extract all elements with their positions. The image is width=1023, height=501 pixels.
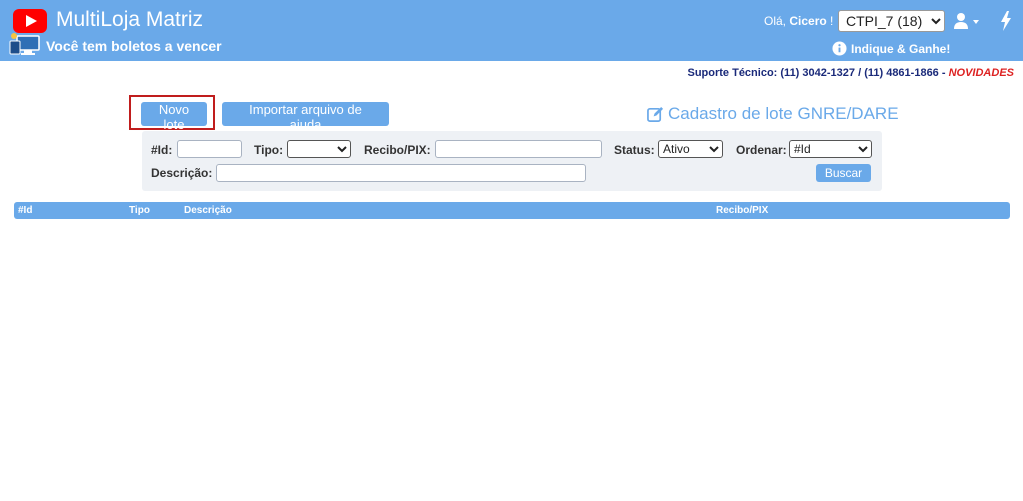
referral-label: Indique & Ganhe! <box>851 41 951 56</box>
novidades-link[interactable]: NOVIDADES <box>949 67 1014 79</box>
status-select[interactable]: Ativo <box>658 140 723 158</box>
id-label: #Id: <box>151 143 173 157</box>
descricao-label: Descrição: <box>151 166 213 180</box>
results-table-header: #Id Tipo Descrição Recibo/PIX <box>14 202 1010 219</box>
column-recibo[interactable]: Recibo/PIX <box>716 205 768 216</box>
info-icon <box>832 41 847 56</box>
column-descricao[interactable]: Descrição <box>184 205 232 216</box>
user-menu-icon[interactable] <box>953 12 981 30</box>
tipo-select[interactable] <box>287 140 351 158</box>
id-input[interactable] <box>177 140 242 158</box>
recibo-label: Recibo/PIX: <box>364 143 431 157</box>
descricao-input[interactable] <box>216 164 586 182</box>
recibo-input[interactable] <box>435 140 602 158</box>
user-greeting: Olá, Cicero ! <box>764 14 834 28</box>
referral-link[interactable]: Indique & Ganhe! <box>832 40 950 57</box>
ordenar-select[interactable]: #Id <box>789 140 872 158</box>
top-header: MultiLoja Matriz Você tem boletos a venc… <box>0 0 1023 61</box>
computer-notice-icon[interactable] <box>9 32 43 56</box>
tipo-label: Tipo: <box>254 143 284 157</box>
column-id[interactable]: #Id <box>18 205 32 216</box>
app-title[interactable]: MultiLoja Matriz <box>56 8 203 32</box>
user-name: Cicero <box>789 14 827 28</box>
new-batch-button[interactable]: Novo lote <box>141 102 207 132</box>
store-select[interactable]: CTPI_7 (18) <box>838 10 945 32</box>
import-help-button[interactable]: Importar arquivo de ajuda <box>222 102 389 132</box>
bolt-icon[interactable] <box>1000 11 1012 31</box>
column-tipo[interactable]: Tipo <box>129 205 150 216</box>
ordenar-label: Ordenar: <box>736 143 787 157</box>
page-title: Cadastro de lote GNRE/DARE <box>647 104 899 124</box>
status-label: Status: <box>614 143 655 157</box>
search-button[interactable]: Buscar <box>816 164 871 182</box>
support-contact: Suporte Técnico: (11) 3042-1327 / (11) 4… <box>687 67 1014 79</box>
boletos-notice[interactable]: Você tem boletos a vencer <box>46 38 222 54</box>
youtube-logo-icon[interactable] <box>13 9 47 33</box>
edit-icon <box>647 106 664 122</box>
